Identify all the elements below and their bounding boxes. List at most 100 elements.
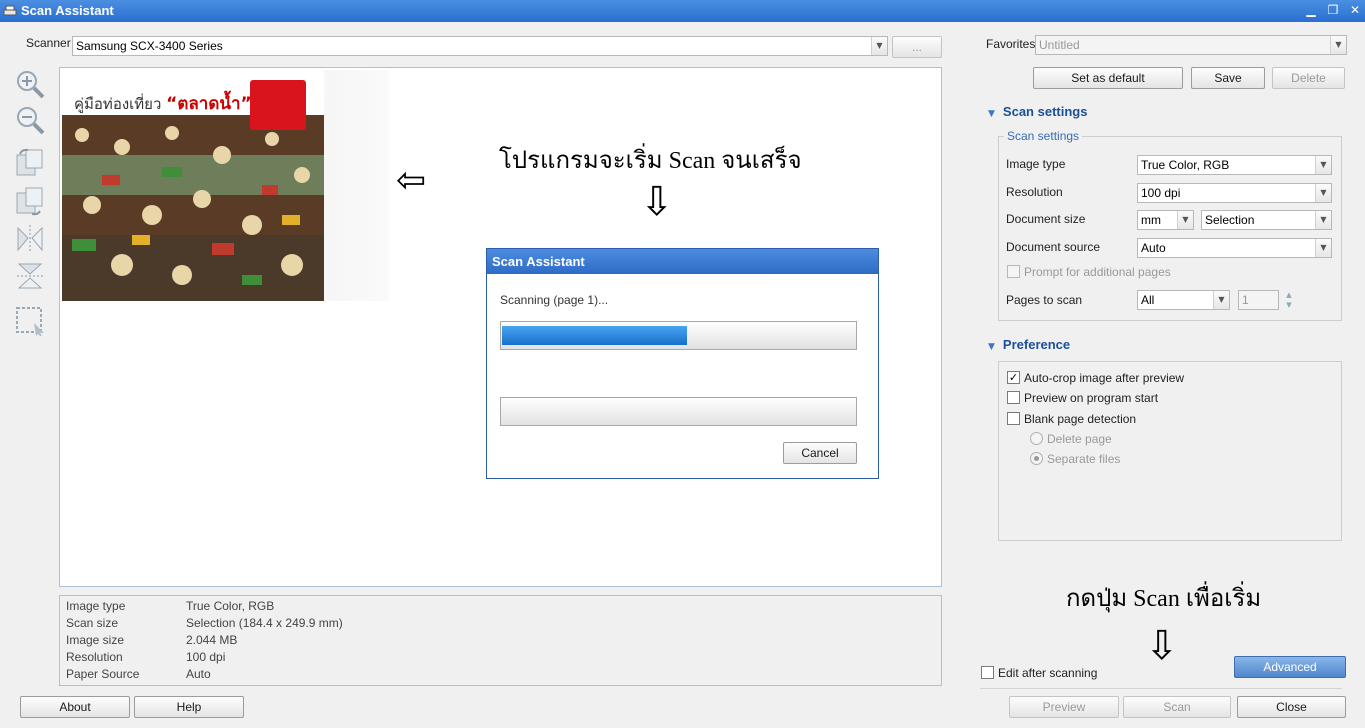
info-key: Resolution bbox=[66, 650, 123, 664]
chevron-down-icon: ▼ bbox=[1315, 211, 1331, 229]
chevron-down-icon: ▼ bbox=[871, 37, 887, 55]
minimize-button[interactable]: ▁ bbox=[1302, 2, 1320, 18]
preference-header-label: Preference bbox=[1002, 337, 1071, 352]
preview-button[interactable]: Preview bbox=[1009, 696, 1119, 718]
title-bar: Scan Assistant ▁ ❐ ✕ bbox=[0, 0, 1365, 22]
prompt-additional-checkbox[interactable] bbox=[1007, 265, 1020, 278]
document-size-value: Selection bbox=[1205, 213, 1255, 227]
scanner-app-icon bbox=[3, 5, 17, 16]
document-source-select[interactable]: Auto ▼ bbox=[1137, 238, 1332, 258]
dialog-body: Scanning (page 1)... Cancel bbox=[487, 274, 878, 478]
annotation-program-scanning: โปรแกรมจะเริ่ม Scan จนเสร็จ bbox=[499, 148, 802, 174]
flip-horizontal-icon[interactable] bbox=[14, 222, 46, 254]
scanner-select[interactable]: Samsung SCX-3400 Series ▼ bbox=[72, 36, 888, 56]
help-button[interactable]: Help bbox=[134, 696, 244, 718]
about-button[interactable]: About bbox=[20, 696, 130, 718]
flip-vertical-icon[interactable] bbox=[14, 260, 46, 292]
restore-button[interactable]: ❐ bbox=[1324, 2, 1342, 18]
arrow-down-annotation-dialog: ⇩ bbox=[640, 179, 674, 224]
page-progress-bar bbox=[500, 321, 857, 350]
info-key: Image type bbox=[66, 599, 126, 613]
blank-page-checkbox[interactable] bbox=[1007, 412, 1020, 425]
spin-up-icon[interactable]: ▲ bbox=[1283, 290, 1295, 300]
scan-progress-dialog: Scan Assistant Scanning (page 1)... Canc… bbox=[486, 248, 879, 479]
document-size-unit-select[interactable]: mm ▼ bbox=[1137, 210, 1194, 230]
rotate-left-icon[interactable] bbox=[14, 146, 46, 178]
footer-divider bbox=[980, 688, 1342, 689]
headline-emph: “ตลาดน้ำ” bbox=[166, 94, 252, 114]
scan-info-panel: Image type True Color, RGB Scan size Sel… bbox=[59, 595, 942, 686]
set-as-default-button[interactable]: Set as default bbox=[1033, 67, 1183, 89]
total-progress-bar bbox=[500, 397, 857, 426]
chevron-down-icon: ▼ bbox=[1315, 239, 1331, 257]
scanned-image: คู่มือท่องเที่ยว “ตลาดน้ำ” bbox=[62, 70, 324, 301]
pages-count-spinner[interactable]: ▲ ▼ bbox=[1283, 290, 1295, 310]
arrow-down-annotation-scan: ⇩ bbox=[1145, 623, 1179, 668]
preference-group bbox=[998, 361, 1342, 541]
edit-after-scanning-label: Edit after scanning bbox=[998, 666, 1098, 680]
document-size-unit-value: mm bbox=[1141, 213, 1161, 227]
pages-to-scan-select[interactable]: All ▼ bbox=[1137, 290, 1230, 310]
delete-page-radio[interactable] bbox=[1030, 432, 1043, 445]
annotation-press-scan: กดปุ่ม Scan เพื่อเริ่ม bbox=[1066, 586, 1262, 612]
resolution-select[interactable]: 100 dpi ▼ bbox=[1137, 183, 1332, 203]
page-progress-fill bbox=[502, 326, 687, 345]
scan-settings-header[interactable]: ▼ Scan settings bbox=[988, 104, 1087, 119]
rotate-right-icon[interactable] bbox=[14, 184, 46, 216]
image-type-value: True Color, RGB bbox=[1141, 158, 1230, 172]
chevron-down-icon: ▼ bbox=[1315, 184, 1331, 202]
image-type-select[interactable]: True Color, RGB ▼ bbox=[1137, 155, 1332, 175]
pages-count-field[interactable]: 1 bbox=[1238, 290, 1279, 310]
separate-files-label: Separate files bbox=[1047, 452, 1121, 466]
separate-files-radio[interactable] bbox=[1030, 452, 1043, 465]
scan-status-text: Scanning (page 1)... bbox=[500, 293, 609, 307]
pages-count-value: 1 bbox=[1242, 293, 1249, 307]
floating-market-photo bbox=[62, 115, 324, 301]
chevron-down-icon: ▼ bbox=[1330, 36, 1346, 54]
info-key: Image size bbox=[66, 633, 125, 647]
info-key: Paper Source bbox=[66, 667, 140, 681]
radio-dot bbox=[1034, 456, 1039, 461]
info-value: 2.044 MB bbox=[186, 633, 238, 647]
document-size-select[interactable]: Selection ▼ bbox=[1201, 210, 1332, 230]
favorites-select-value: Untitled bbox=[1039, 38, 1080, 52]
document-source-label: Document source bbox=[1006, 240, 1101, 254]
scanner-select-value: Samsung SCX-3400 Series bbox=[76, 39, 223, 53]
blank-page-label: Blank page detection bbox=[1024, 412, 1137, 426]
delete-page-label: Delete page bbox=[1047, 432, 1112, 446]
collapse-triangle-icon: ▼ bbox=[988, 109, 995, 119]
scanner-label: Scanner bbox=[26, 36, 71, 50]
collapse-triangle-icon: ▼ bbox=[988, 342, 995, 352]
zoom-in-icon[interactable] bbox=[14, 68, 46, 100]
arrow-left-annotation: ⇦ bbox=[396, 160, 427, 200]
edit-after-scanning-checkbox[interactable] bbox=[981, 666, 994, 679]
info-value: Selection (184.4 x 249.9 mm) bbox=[186, 616, 343, 630]
chevron-down-icon: ▼ bbox=[1213, 291, 1229, 309]
close-window-button[interactable]: ✕ bbox=[1346, 2, 1364, 18]
preview-on-start-checkbox[interactable] bbox=[1007, 391, 1020, 404]
advanced-button[interactable]: Advanced bbox=[1234, 656, 1346, 678]
delete-favorite-button[interactable]: Delete bbox=[1272, 67, 1345, 89]
scanner-browse-button[interactable]: ... bbox=[892, 36, 942, 58]
pages-to-scan-value: All bbox=[1141, 293, 1155, 307]
auto-crop-label: Auto-crop image after preview bbox=[1024, 371, 1185, 385]
chevron-down-icon: ▼ bbox=[1177, 211, 1193, 229]
close-button[interactable]: Close bbox=[1237, 696, 1346, 718]
save-favorite-button[interactable]: Save bbox=[1191, 67, 1265, 89]
chevron-down-icon: ▼ bbox=[1315, 156, 1331, 174]
zoom-out-icon[interactable] bbox=[14, 104, 46, 136]
preference-header[interactable]: ▼ Preference bbox=[988, 337, 1070, 352]
preview-on-start-label: Preview on program start bbox=[1024, 391, 1159, 405]
document-source-value: Auto bbox=[1141, 241, 1166, 255]
magazine-logo bbox=[250, 80, 306, 130]
scan-button[interactable]: Scan bbox=[1123, 696, 1231, 718]
magazine-headline: คู่มือท่องเที่ยว “ตลาดน้ำ” bbox=[74, 90, 252, 117]
info-value: True Color, RGB bbox=[186, 599, 275, 613]
favorites-select[interactable]: Untitled ▼ bbox=[1035, 35, 1347, 55]
select-area-icon[interactable] bbox=[14, 305, 46, 337]
cancel-button[interactable]: Cancel bbox=[783, 442, 857, 464]
headline-plain: คู่มือท่องเที่ยว bbox=[74, 95, 162, 113]
auto-crop-checkbox[interactable]: ✓ bbox=[1007, 371, 1020, 384]
spin-down-icon[interactable]: ▼ bbox=[1283, 300, 1295, 310]
scanned-page-margin bbox=[324, 70, 389, 301]
